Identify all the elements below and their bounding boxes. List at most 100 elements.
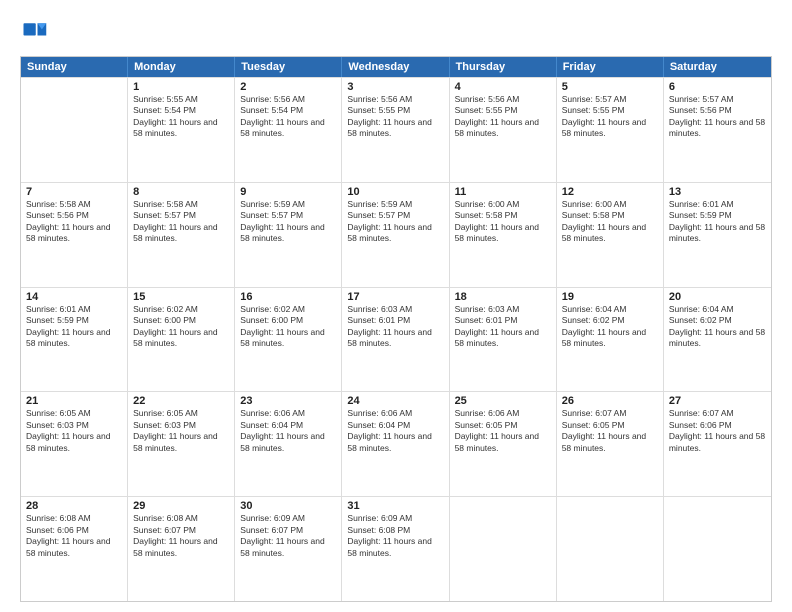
cell-info: Sunrise: 6:08 AM Sunset: 6:06 PM Dayligh… — [26, 513, 122, 559]
calendar-cell-day-27: 27Sunrise: 6:07 AM Sunset: 6:06 PM Dayli… — [664, 392, 771, 496]
calendar-cell-day-22: 22Sunrise: 6:05 AM Sunset: 6:03 PM Dayli… — [128, 392, 235, 496]
calendar-cell-empty — [450, 497, 557, 601]
calendar-cell-empty — [21, 78, 128, 182]
weekday-header-tuesday: Tuesday — [235, 57, 342, 77]
day-number: 6 — [669, 81, 766, 93]
cell-info: Sunrise: 5:55 AM Sunset: 5:54 PM Dayligh… — [133, 94, 229, 140]
day-number: 31 — [347, 500, 443, 512]
weekday-header-monday: Monday — [128, 57, 235, 77]
day-number: 17 — [347, 291, 443, 303]
cell-info: Sunrise: 6:01 AM Sunset: 5:59 PM Dayligh… — [669, 199, 766, 245]
day-number: 9 — [240, 186, 336, 198]
calendar-cell-day-7: 7Sunrise: 5:58 AM Sunset: 5:56 PM Daylig… — [21, 183, 128, 287]
cell-info: Sunrise: 5:56 AM Sunset: 5:55 PM Dayligh… — [455, 94, 551, 140]
calendar-cell-day-1: 1Sunrise: 5:55 AM Sunset: 5:54 PM Daylig… — [128, 78, 235, 182]
cell-info: Sunrise: 6:02 AM Sunset: 6:00 PM Dayligh… — [240, 304, 336, 350]
calendar-body: 1Sunrise: 5:55 AM Sunset: 5:54 PM Daylig… — [21, 77, 771, 601]
calendar-cell-day-25: 25Sunrise: 6:06 AM Sunset: 6:05 PM Dayli… — [450, 392, 557, 496]
cell-info: Sunrise: 6:06 AM Sunset: 6:05 PM Dayligh… — [455, 408, 551, 454]
calendar-cell-day-24: 24Sunrise: 6:06 AM Sunset: 6:04 PM Dayli… — [342, 392, 449, 496]
day-number: 29 — [133, 500, 229, 512]
cell-info: Sunrise: 6:07 AM Sunset: 6:06 PM Dayligh… — [669, 408, 766, 454]
calendar-row-5: 28Sunrise: 6:08 AM Sunset: 6:06 PM Dayli… — [21, 496, 771, 601]
day-number: 11 — [455, 186, 551, 198]
cell-info: Sunrise: 6:06 AM Sunset: 6:04 PM Dayligh… — [240, 408, 336, 454]
day-number: 16 — [240, 291, 336, 303]
day-number: 15 — [133, 291, 229, 303]
cell-info: Sunrise: 6:03 AM Sunset: 6:01 PM Dayligh… — [455, 304, 551, 350]
cell-info: Sunrise: 5:58 AM Sunset: 5:57 PM Dayligh… — [133, 199, 229, 245]
calendar-cell-day-18: 18Sunrise: 6:03 AM Sunset: 6:01 PM Dayli… — [450, 288, 557, 392]
day-number: 13 — [669, 186, 766, 198]
calendar-cell-day-30: 30Sunrise: 6:09 AM Sunset: 6:07 PM Dayli… — [235, 497, 342, 601]
day-number: 26 — [562, 395, 658, 407]
calendar-cell-day-8: 8Sunrise: 5:58 AM Sunset: 5:57 PM Daylig… — [128, 183, 235, 287]
weekday-header-thursday: Thursday — [450, 57, 557, 77]
calendar-row-4: 21Sunrise: 6:05 AM Sunset: 6:03 PM Dayli… — [21, 391, 771, 496]
day-number: 10 — [347, 186, 443, 198]
calendar-cell-day-2: 2Sunrise: 5:56 AM Sunset: 5:54 PM Daylig… — [235, 78, 342, 182]
calendar-cell-day-19: 19Sunrise: 6:04 AM Sunset: 6:02 PM Dayli… — [557, 288, 664, 392]
calendar-cell-day-10: 10Sunrise: 5:59 AM Sunset: 5:57 PM Dayli… — [342, 183, 449, 287]
cell-info: Sunrise: 6:04 AM Sunset: 6:02 PM Dayligh… — [669, 304, 766, 350]
calendar-row-3: 14Sunrise: 6:01 AM Sunset: 5:59 PM Dayli… — [21, 287, 771, 392]
calendar-cell-empty — [664, 497, 771, 601]
calendar-cell-empty — [557, 497, 664, 601]
day-number: 24 — [347, 395, 443, 407]
day-number: 28 — [26, 500, 122, 512]
day-number: 8 — [133, 186, 229, 198]
logo-icon — [20, 18, 48, 46]
day-number: 27 — [669, 395, 766, 407]
day-number: 12 — [562, 186, 658, 198]
calendar-cell-day-20: 20Sunrise: 6:04 AM Sunset: 6:02 PM Dayli… — [664, 288, 771, 392]
calendar-cell-day-28: 28Sunrise: 6:08 AM Sunset: 6:06 PM Dayli… — [21, 497, 128, 601]
cell-info: Sunrise: 5:58 AM Sunset: 5:56 PM Dayligh… — [26, 199, 122, 245]
calendar-cell-day-31: 31Sunrise: 6:09 AM Sunset: 6:08 PM Dayli… — [342, 497, 449, 601]
day-number: 2 — [240, 81, 336, 93]
day-number: 22 — [133, 395, 229, 407]
day-number: 21 — [26, 395, 122, 407]
weekday-header-sunday: Sunday — [21, 57, 128, 77]
cell-info: Sunrise: 6:05 AM Sunset: 6:03 PM Dayligh… — [26, 408, 122, 454]
calendar-cell-day-3: 3Sunrise: 5:56 AM Sunset: 5:55 PM Daylig… — [342, 78, 449, 182]
weekday-header-friday: Friday — [557, 57, 664, 77]
day-number: 18 — [455, 291, 551, 303]
cell-info: Sunrise: 5:59 AM Sunset: 5:57 PM Dayligh… — [240, 199, 336, 245]
page: SundayMondayTuesdayWednesdayThursdayFrid… — [0, 0, 792, 612]
cell-info: Sunrise: 6:09 AM Sunset: 6:08 PM Dayligh… — [347, 513, 443, 559]
day-number: 19 — [562, 291, 658, 303]
calendar-cell-day-6: 6Sunrise: 5:57 AM Sunset: 5:56 PM Daylig… — [664, 78, 771, 182]
cell-info: Sunrise: 5:57 AM Sunset: 5:56 PM Dayligh… — [669, 94, 766, 140]
day-number: 1 — [133, 81, 229, 93]
cell-info: Sunrise: 6:08 AM Sunset: 6:07 PM Dayligh… — [133, 513, 229, 559]
calendar-cell-day-26: 26Sunrise: 6:07 AM Sunset: 6:05 PM Dayli… — [557, 392, 664, 496]
cell-info: Sunrise: 5:59 AM Sunset: 5:57 PM Dayligh… — [347, 199, 443, 245]
cell-info: Sunrise: 6:00 AM Sunset: 5:58 PM Dayligh… — [455, 199, 551, 245]
logo — [20, 18, 52, 46]
cell-info: Sunrise: 6:02 AM Sunset: 6:00 PM Dayligh… — [133, 304, 229, 350]
calendar-cell-day-9: 9Sunrise: 5:59 AM Sunset: 5:57 PM Daylig… — [235, 183, 342, 287]
calendar-row-1: 1Sunrise: 5:55 AM Sunset: 5:54 PM Daylig… — [21, 77, 771, 182]
weekday-header-saturday: Saturday — [664, 57, 771, 77]
calendar-cell-day-4: 4Sunrise: 5:56 AM Sunset: 5:55 PM Daylig… — [450, 78, 557, 182]
calendar-cell-day-21: 21Sunrise: 6:05 AM Sunset: 6:03 PM Dayli… — [21, 392, 128, 496]
day-number: 23 — [240, 395, 336, 407]
calendar-cell-day-13: 13Sunrise: 6:01 AM Sunset: 5:59 PM Dayli… — [664, 183, 771, 287]
calendar-cell-day-5: 5Sunrise: 5:57 AM Sunset: 5:55 PM Daylig… — [557, 78, 664, 182]
cell-info: Sunrise: 6:03 AM Sunset: 6:01 PM Dayligh… — [347, 304, 443, 350]
cell-info: Sunrise: 5:57 AM Sunset: 5:55 PM Dayligh… — [562, 94, 658, 140]
calendar-cell-day-15: 15Sunrise: 6:02 AM Sunset: 6:00 PM Dayli… — [128, 288, 235, 392]
calendar-cell-day-16: 16Sunrise: 6:02 AM Sunset: 6:00 PM Dayli… — [235, 288, 342, 392]
cell-info: Sunrise: 6:09 AM Sunset: 6:07 PM Dayligh… — [240, 513, 336, 559]
cell-info: Sunrise: 6:04 AM Sunset: 6:02 PM Dayligh… — [562, 304, 658, 350]
weekday-header-wednesday: Wednesday — [342, 57, 449, 77]
calendar-cell-day-17: 17Sunrise: 6:03 AM Sunset: 6:01 PM Dayli… — [342, 288, 449, 392]
calendar-cell-day-29: 29Sunrise: 6:08 AM Sunset: 6:07 PM Dayli… — [128, 497, 235, 601]
header — [20, 18, 772, 46]
cell-info: Sunrise: 6:01 AM Sunset: 5:59 PM Dayligh… — [26, 304, 122, 350]
cell-info: Sunrise: 6:05 AM Sunset: 6:03 PM Dayligh… — [133, 408, 229, 454]
cell-info: Sunrise: 5:56 AM Sunset: 5:54 PM Dayligh… — [240, 94, 336, 140]
cell-info: Sunrise: 6:07 AM Sunset: 6:05 PM Dayligh… — [562, 408, 658, 454]
day-number: 14 — [26, 291, 122, 303]
cell-info: Sunrise: 6:00 AM Sunset: 5:58 PM Dayligh… — [562, 199, 658, 245]
